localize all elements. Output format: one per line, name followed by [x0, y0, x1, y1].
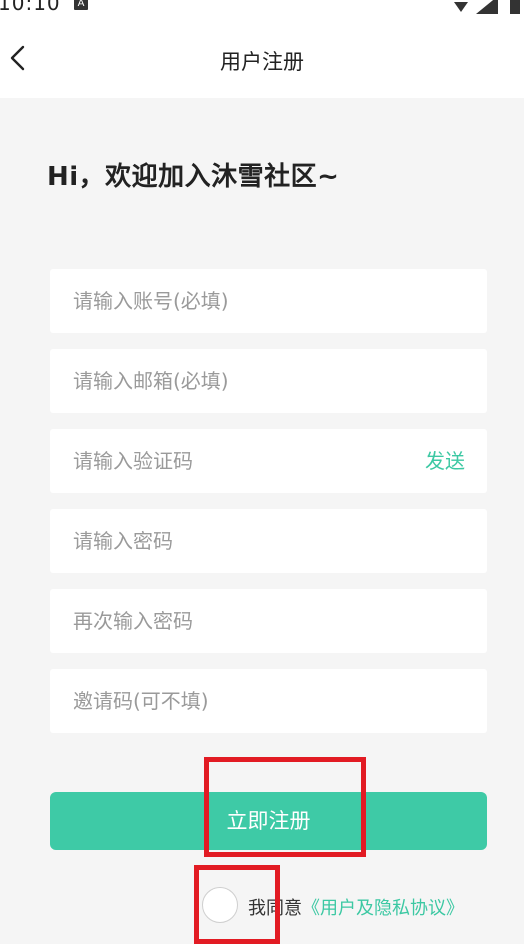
privacy-agreement-link[interactable]: 《用户及隐私协议》 [302, 898, 464, 919]
status-time: 10:10 [0, 0, 61, 14]
agreement-prefix: 我同意 [248, 898, 302, 919]
send-code-button[interactable]: 发送 [425, 429, 465, 493]
agree-checkbox[interactable] [202, 887, 238, 923]
verification-code-input[interactable] [50, 429, 487, 493]
agreement-row: 我同意《用户及隐私协议》 [200, 885, 510, 927]
account-input[interactable] [50, 269, 487, 333]
signal-battery-icon [454, 0, 520, 14]
status-bar: 10:10 A [0, 0, 524, 14]
page-title: 用户注册 [220, 50, 304, 74]
invite-code-input[interactable] [50, 669, 487, 733]
password-input[interactable] [50, 509, 487, 573]
email-field [50, 349, 487, 413]
password-confirm-field [50, 589, 487, 653]
invite-code-field [50, 669, 487, 733]
agreement-text: 我同意《用户及隐私协议》 [248, 894, 464, 920]
password-confirm-input[interactable] [50, 589, 487, 653]
email-input[interactable] [50, 349, 487, 413]
verification-code-field: 发送 [50, 429, 487, 493]
header-bar: 用户注册 [0, 14, 524, 98]
register-button[interactable]: 立即注册 [50, 792, 487, 850]
account-field [50, 269, 487, 333]
welcome-heading: Hi，欢迎加入沐雪社区~ [47, 162, 340, 192]
password-field [50, 509, 487, 573]
notification-icon: A [74, 0, 88, 10]
